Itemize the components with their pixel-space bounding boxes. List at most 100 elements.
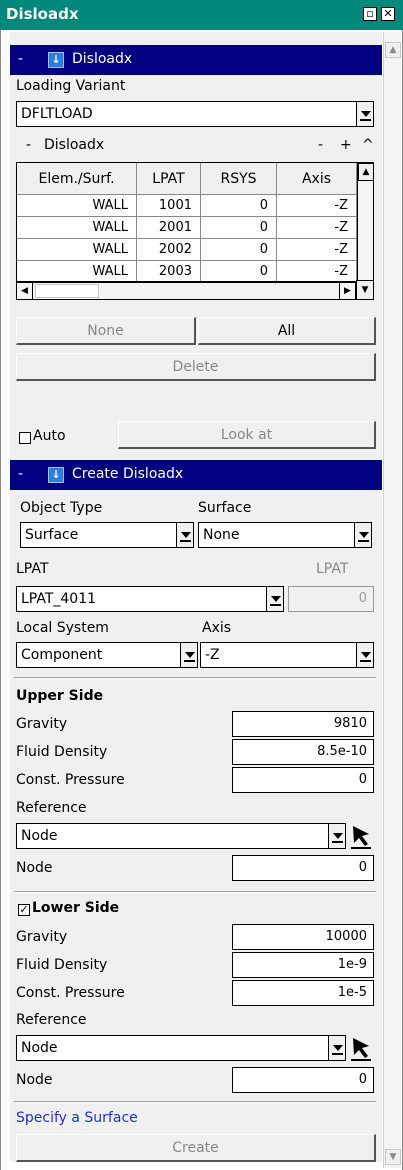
table-cell[interactable]: 0 — [201, 239, 277, 261]
table-cell[interactable]: 1001 — [137, 195, 201, 217]
lower-density-field[interactable]: 1e-9 — [232, 952, 374, 978]
surface-label: Surface — [198, 500, 252, 516]
move-up-icon[interactable]: ^ — [362, 137, 374, 153]
scroll-up-icon[interactable]: ▲ — [385, 42, 401, 58]
chevron-down-icon[interactable] — [354, 523, 372, 547]
upper-side-title: Upper Side — [16, 688, 104, 704]
lower-pressure-label: Const. Pressure — [16, 985, 125, 1001]
auto-label: Auto — [33, 428, 66, 444]
pointer-arrow-icon[interactable] — [350, 823, 372, 849]
surface-select[interactable]: None — [198, 522, 372, 548]
table-cell[interactable]: WALL — [17, 217, 137, 239]
section-header-disloadx[interactable]: - ↓ Disloadx — [10, 45, 382, 75]
table-cell[interactable]: 0 — [201, 217, 277, 239]
lpat-select[interactable]: LPAT_4011 — [16, 586, 284, 612]
restore-icon[interactable]: ▫ — [363, 7, 377, 21]
section-title: Create Disloadx — [72, 466, 184, 482]
table-cell[interactable]: WALL — [17, 261, 137, 281]
scroll-down-icon[interactable]: ▼ — [385, 1149, 401, 1165]
object-type-select[interactable]: Surface — [20, 522, 194, 548]
chevron-down-icon[interactable] — [328, 824, 346, 848]
upper-node-field[interactable]: 0 — [232, 855, 374, 881]
upper-reference-select[interactable]: Node — [16, 823, 346, 849]
disloadx-table: Elem./Surf. LPAT RSYS Axis WALL 1001 0 -… — [16, 162, 374, 282]
lower-node-label: Node — [16, 1072, 53, 1088]
scroll-thumb[interactable] — [35, 284, 99, 298]
scroll-down-icon[interactable]: ▼ — [356, 280, 374, 300]
lower-reference-label: Reference — [16, 1012, 87, 1028]
lower-pressure-field[interactable]: 1e-5 — [232, 980, 374, 1006]
axis-select[interactable]: -Z — [200, 642, 374, 668]
table-cell[interactable]: 2002 — [137, 239, 201, 261]
scroll-left-icon[interactable]: ◀ — [17, 283, 33, 299]
scroll-right-icon[interactable]: ▶ — [339, 283, 355, 299]
lower-density-label: Fluid Density — [16, 957, 108, 973]
table-horizontal-scrollbar[interactable]: ◀ ▶ — [16, 282, 356, 300]
section-header-create-disloadx[interactable]: - ↓ Create Disloadx — [10, 460, 382, 490]
upper-gravity-field[interactable]: 9810 — [232, 711, 374, 737]
look-at-button[interactable]: Look at — [118, 421, 376, 449]
column-header[interactable]: RSYS — [201, 163, 277, 195]
chevron-down-icon[interactable] — [356, 643, 374, 667]
upper-node-value: 0 — [358, 860, 367, 875]
chevron-down-icon[interactable] — [176, 523, 194, 547]
chevron-down-icon[interactable] — [180, 643, 198, 667]
create-button[interactable]: Create — [16, 1134, 376, 1162]
local-system-select[interactable]: Component — [16, 642, 198, 668]
table-cell[interactable]: 2003 — [137, 261, 201, 281]
panel-vertical-scrollbar[interactable]: ▲ ▼ — [383, 32, 401, 1168]
object-type-value: Surface — [25, 527, 79, 543]
table-cell[interactable]: -Z — [277, 261, 357, 281]
axis-label: Axis — [202, 620, 232, 636]
delete-label: Delete — [172, 359, 219, 375]
lower-reference-select[interactable]: Node — [16, 1035, 346, 1061]
upper-reference-label: Reference — [16, 800, 87, 816]
pointer-arrow-icon[interactable] — [350, 1035, 372, 1061]
table-cell[interactable]: -Z — [277, 195, 357, 217]
chevron-down-icon[interactable] — [328, 1036, 346, 1060]
table-section-title: Disloadx — [44, 137, 105, 153]
collapse-icon[interactable]: - — [18, 466, 23, 482]
lpat-label: LPAT — [16, 561, 49, 577]
select-none-button[interactable]: None — [16, 317, 196, 345]
table-collapse-icon[interactable]: - — [26, 137, 31, 153]
auto-checkbox[interactable] — [19, 432, 31, 444]
axis-value: -Z — [205, 647, 220, 663]
column-header[interactable]: Elem./Surf. — [17, 163, 137, 195]
upper-density-field[interactable]: 8.5e-10 — [232, 739, 374, 765]
upper-pressure-field[interactable]: 0 — [232, 767, 374, 793]
upper-density-value: 8.5e-10 — [317, 744, 367, 759]
lower-side-checkbox[interactable]: ✓ — [18, 904, 30, 916]
lower-gravity-field[interactable]: 10000 — [232, 924, 374, 950]
remove-row-icon[interactable]: - — [318, 137, 323, 153]
lower-gravity-value: 10000 — [325, 929, 367, 944]
column-header[interactable]: Axis — [277, 163, 357, 195]
table-vertical-scrollbar[interactable]: ▲ — [357, 163, 373, 281]
loading-variant-select[interactable]: DFLTLOAD — [16, 101, 374, 127]
table-cell[interactable]: 0 — [201, 195, 277, 217]
window-title: Disloadx — [6, 5, 79, 23]
close-icon[interactable]: ✕ — [381, 7, 395, 21]
upper-node-label: Node — [16, 860, 53, 876]
table-cell[interactable]: -Z — [277, 239, 357, 261]
table-cell[interactable]: 2001 — [137, 217, 201, 239]
table-cell[interactable]: WALL — [17, 195, 137, 217]
local-system-value: Component — [21, 647, 103, 663]
delete-button[interactable]: Delete — [16, 353, 376, 381]
table-cell[interactable]: WALL — [17, 239, 137, 261]
add-row-icon[interactable]: + — [340, 137, 352, 153]
scroll-thumb[interactable] — [360, 201, 372, 271]
select-all-button[interactable]: All — [198, 317, 376, 345]
lower-pressure-value: 1e-5 — [337, 985, 367, 1000]
chevron-down-icon[interactable] — [356, 102, 374, 126]
create-label: Create — [172, 1140, 219, 1156]
lower-reference-value: Node — [21, 1040, 58, 1056]
table-cell[interactable]: 0 — [201, 261, 277, 281]
collapse-icon[interactable]: - — [18, 51, 23, 67]
column-header[interactable]: LPAT — [137, 163, 201, 195]
table-cell[interactable]: -Z — [277, 217, 357, 239]
divider — [14, 891, 376, 893]
chevron-down-icon[interactable] — [266, 587, 284, 611]
lower-node-field[interactable]: 0 — [232, 1067, 374, 1093]
scroll-up-icon[interactable]: ▲ — [358, 163, 373, 181]
